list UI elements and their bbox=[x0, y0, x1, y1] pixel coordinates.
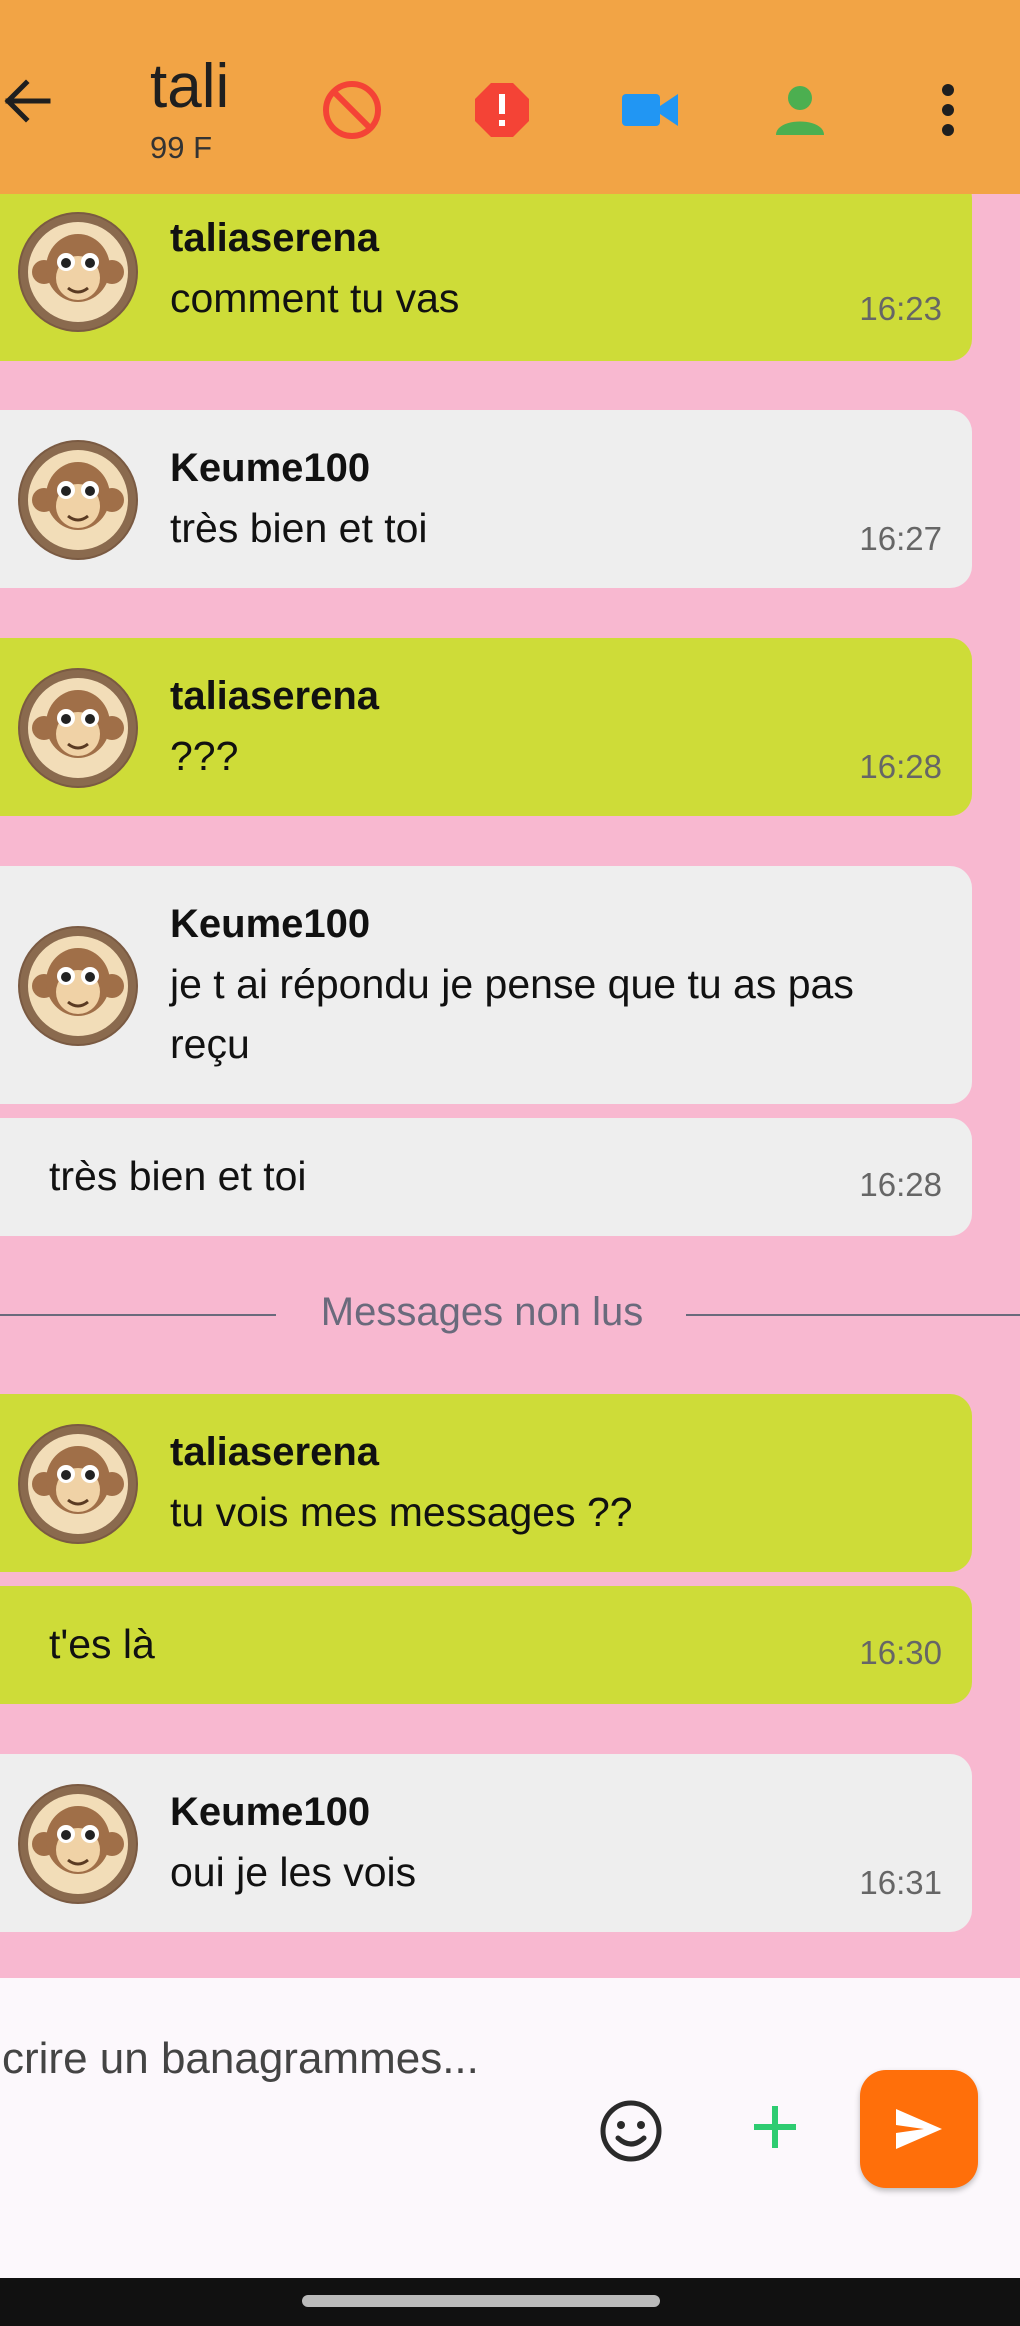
message-bubble[interactable]: très bien et toi 16:28 bbox=[0, 1118, 972, 1236]
back-arrow-icon[interactable] bbox=[0, 75, 52, 127]
message-text: très bien et toi bbox=[170, 505, 428, 551]
message-bubble[interactable]: taliaserena comment tu vas 16:23 bbox=[0, 176, 972, 361]
message-time: 16:31 bbox=[859, 1864, 942, 1901]
video-call-icon[interactable] bbox=[620, 80, 680, 140]
message-input[interactable] bbox=[0, 2028, 564, 2090]
avatar[interactable] bbox=[18, 212, 138, 332]
message-time: 16:28 bbox=[859, 1166, 942, 1203]
avatar[interactable] bbox=[18, 668, 138, 788]
divider-line-right bbox=[686, 1314, 1020, 1316]
message-time: 16:23 bbox=[859, 290, 942, 327]
block-icon[interactable] bbox=[322, 80, 382, 140]
message-bubble[interactable]: Keume100 très bien et toi 16:27 bbox=[0, 410, 972, 588]
chat-title[interactable]: taliaserena 99 F bbox=[150, 42, 230, 177]
message-text: oui je les vois bbox=[170, 1849, 417, 1895]
emoji-icon[interactable] bbox=[598, 2098, 664, 2164]
send-icon bbox=[896, 2109, 942, 2149]
more-vert-icon[interactable] bbox=[918, 80, 978, 140]
message-text: je t ai répondu je pense que tu as pas r… bbox=[170, 961, 854, 1067]
message-text: très bien et toi bbox=[49, 1153, 307, 1199]
contact-subtitle: 99 F bbox=[150, 130, 213, 165]
message-text: ??? bbox=[170, 733, 239, 779]
message-time: 16:27 bbox=[859, 520, 942, 557]
send-button[interactable] bbox=[860, 2070, 978, 2188]
add-icon[interactable] bbox=[752, 2104, 798, 2150]
message-composer bbox=[0, 1978, 1020, 2278]
avatar[interactable] bbox=[18, 440, 138, 560]
message-text: t'es là bbox=[49, 1621, 155, 1667]
system-nav-bar bbox=[0, 2278, 1020, 2326]
message-sender: taliaserena bbox=[170, 216, 380, 260]
message-text: comment tu vas bbox=[170, 275, 460, 321]
message-sender: taliaserena bbox=[170, 674, 380, 718]
message-time: 16:30 bbox=[859, 1634, 942, 1671]
avatar[interactable] bbox=[18, 1784, 138, 1904]
message-text: tu vois mes messages ?? bbox=[170, 1489, 633, 1535]
unread-divider: Messages non lus bbox=[320, 1290, 644, 1334]
avatar[interactable] bbox=[18, 926, 138, 1046]
message-time: 16:28 bbox=[859, 748, 942, 785]
message-bubble[interactable]: t'es là 16:30 bbox=[0, 1586, 972, 1704]
message-sender: Keume100 bbox=[170, 446, 371, 490]
app-bar: taliaserena 99 F bbox=[0, 0, 1020, 194]
message-bubble[interactable]: Keume100 oui je les vois 16:31 bbox=[0, 1754, 972, 1932]
message-sender: Keume100 bbox=[170, 1790, 371, 1834]
message-bubble[interactable]: taliaserena tu vois mes messages ?? bbox=[0, 1394, 972, 1572]
message-bubble[interactable]: taliaserena ??? 16:28 bbox=[0, 638, 972, 816]
message-bubble[interactable]: Keume100 je t ai répondu je pense que tu… bbox=[0, 866, 972, 1104]
message-sender: taliaserena bbox=[170, 1430, 380, 1474]
report-icon[interactable] bbox=[472, 80, 532, 140]
profile-icon[interactable] bbox=[770, 80, 830, 140]
contact-name: taliaserena bbox=[150, 52, 230, 121]
message-sender: Keume100 bbox=[170, 902, 371, 946]
home-handle[interactable] bbox=[302, 2295, 660, 2307]
avatar[interactable] bbox=[18, 1424, 138, 1544]
